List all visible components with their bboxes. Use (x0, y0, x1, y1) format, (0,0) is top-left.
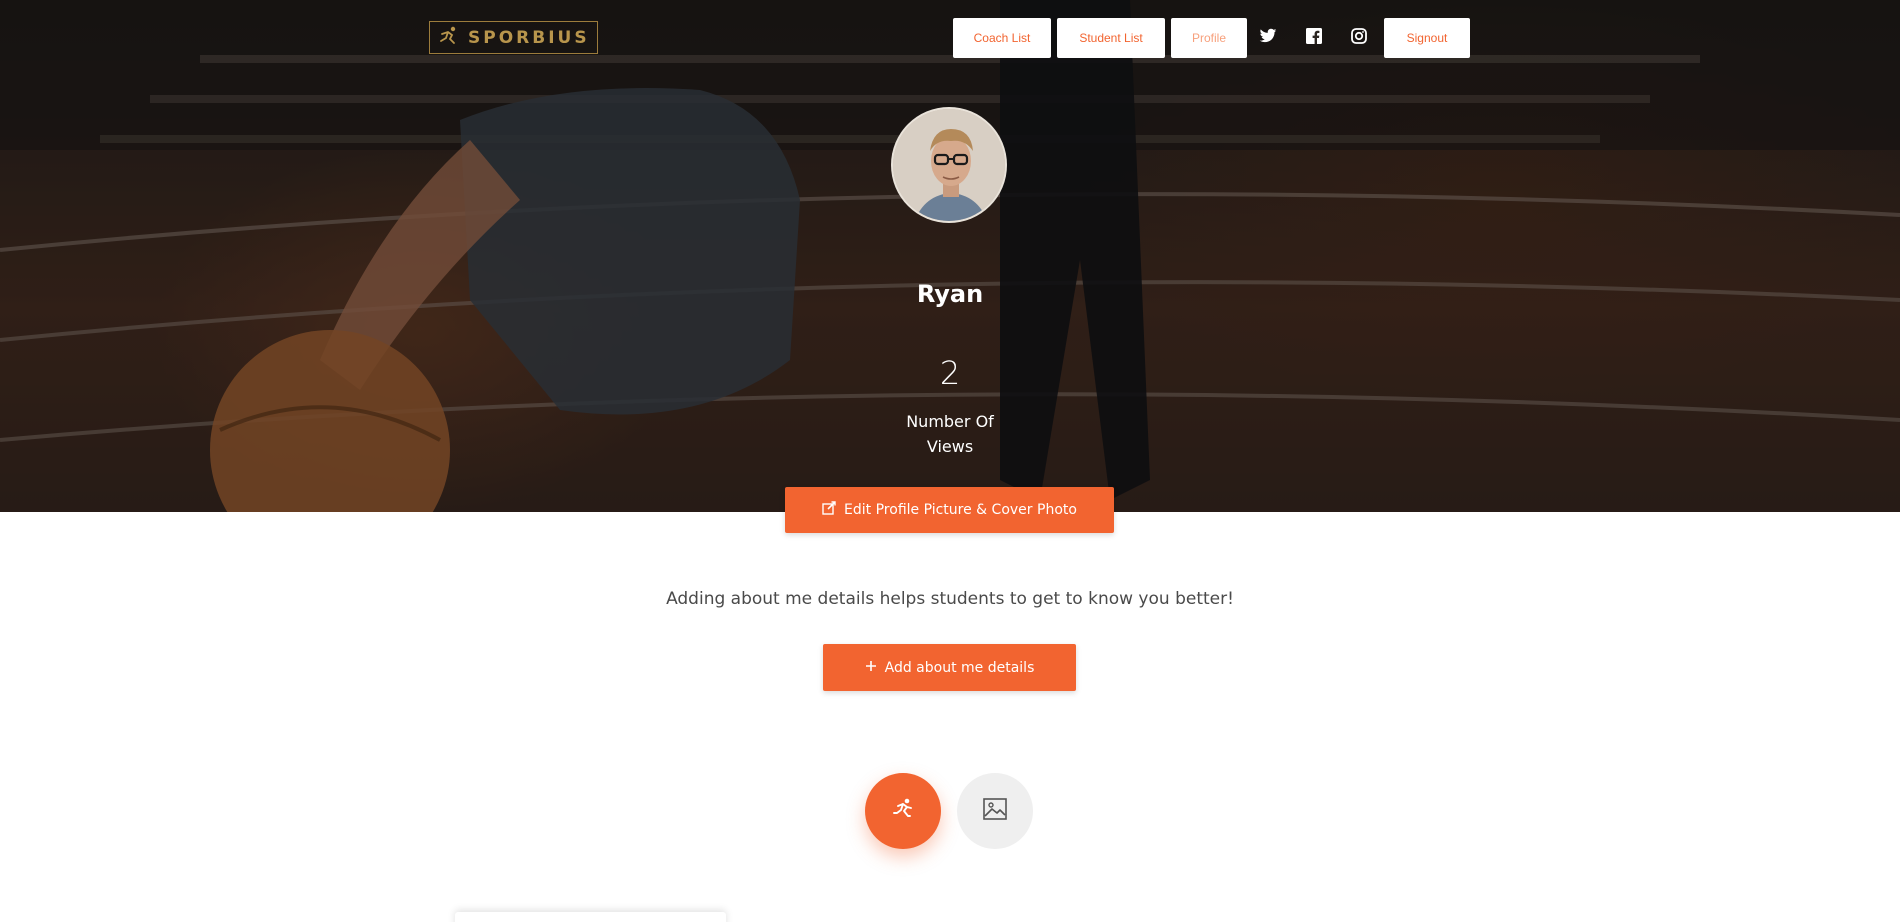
about-me-prompt: Adding about me details helps students t… (666, 589, 1234, 609)
edit-profile-picture-button[interactable]: Edit Profile Picture & Cover Photo (785, 487, 1114, 533)
avatar-portrait (893, 109, 1005, 221)
edit-profile-picture-label: Edit Profile Picture & Cover Photo (844, 502, 1077, 518)
brand-logo[interactable]: SPORBIUS (429, 21, 598, 54)
add-about-me-label: Add about me details (884, 659, 1035, 676)
photos-tab-button[interactable] (957, 773, 1033, 849)
running-icon (890, 796, 916, 826)
add-about-me-button[interactable]: Add about me details (823, 644, 1076, 691)
nav-profile[interactable]: Profile (1171, 18, 1247, 58)
nav-student-list[interactable]: Student List (1057, 18, 1165, 58)
profile-name: Ryan (916, 280, 984, 308)
image-icon (983, 798, 1007, 824)
brand-name: SPORBIUS (468, 27, 590, 48)
views-count: 2 (939, 354, 961, 392)
nav-coach-list[interactable]: Coach List (953, 18, 1051, 58)
sport-tab-button[interactable] (865, 773, 941, 849)
avatar (891, 107, 1007, 223)
runner-logo-icon (438, 26, 460, 50)
content-card (455, 912, 726, 922)
twitter-icon[interactable] (1257, 25, 1279, 47)
plus-icon (865, 660, 877, 676)
instagram-icon[interactable] (1348, 25, 1370, 47)
facebook-icon[interactable] (1303, 25, 1325, 47)
edit-icon (822, 501, 836, 519)
views-label: Number Of Views (906, 412, 994, 456)
signout-button[interactable]: Signout (1384, 18, 1470, 58)
